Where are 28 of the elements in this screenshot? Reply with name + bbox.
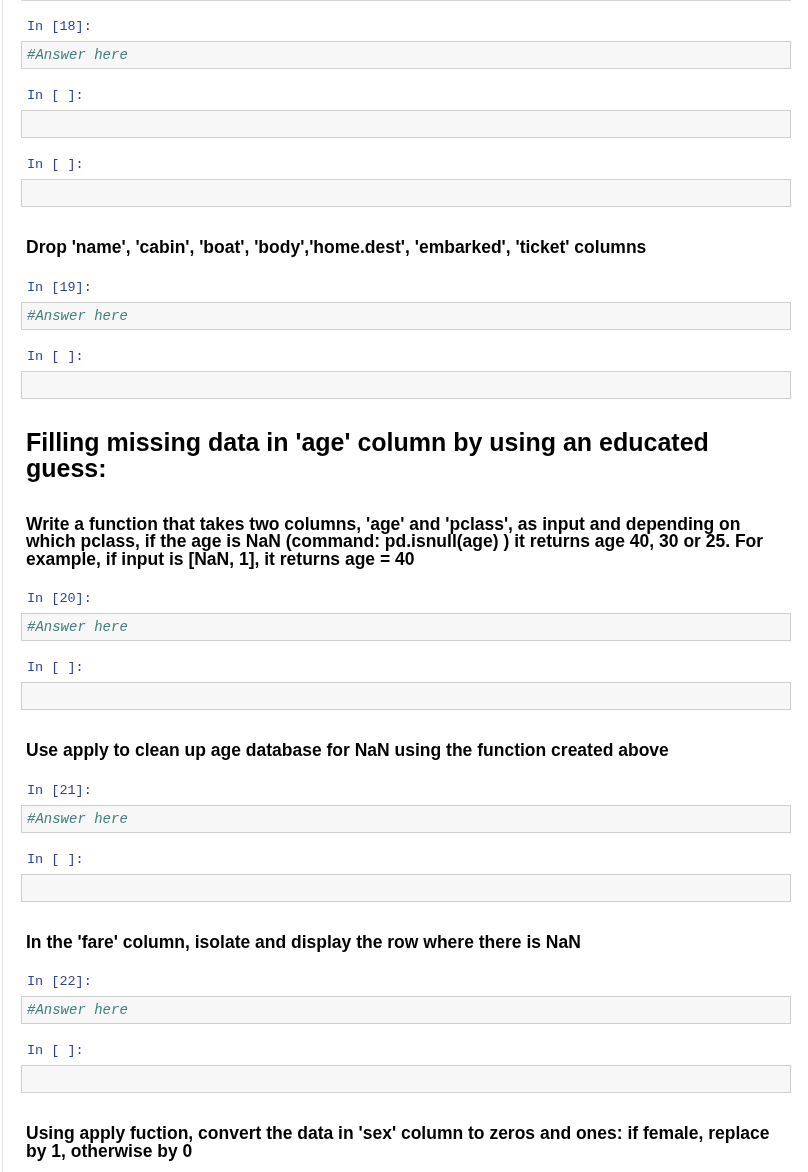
instruction-text: In the 'fare' column, isolate and display the row where there is NaN [26, 933, 582, 951]
code-input[interactable]: #Answer here [21, 41, 791, 69]
instruction-text: Use apply to clean up age database for NaN using the function created above [26, 742, 670, 760]
section-heading: Filling missing data in 'age' column by using an educated guess: [26, 428, 710, 481]
code-input[interactable] [21, 1065, 791, 1093]
input-prompt: In [ ]: [27, 89, 84, 103]
instruction-text: Write a function that takes two columns, 'age' and 'pclass', as input and depending on which pclass, if the age is NaN (command: pd.isnull(age) ) it returns age 40, 30 or 25. For example, if input is [NaN, 1], it returns age = 40 [26, 515, 765, 568]
code-input[interactable]: #Answer here [21, 996, 791, 1024]
input-prompt: In [ ]: [27, 852, 84, 867]
input-prompt: In [ ]: [27, 158, 84, 172]
input-prompt: In [21]: [27, 783, 92, 798]
code-input[interactable] [21, 682, 791, 710]
input-prompt: In [22]: [27, 975, 92, 989]
input-prompt: In [19]: [27, 280, 92, 295]
code-input[interactable] [21, 873, 791, 902]
code-input[interactable]: #Answer here [21, 804, 791, 833]
input-prompt: In [ ]: [27, 349, 84, 364]
input-prompt: In [20]: [27, 592, 92, 606]
input-prompt: In [ ]: [27, 661, 84, 675]
instruction-text: Using apply fuction, convert the data in 'sex' column to zeros and ones: if female, replace by 1, otherwise by 0 [26, 1125, 771, 1160]
input-prompt: In [18]: [27, 20, 92, 34]
code-input[interactable]: #Answer here [21, 301, 791, 330]
instruction-text: Drop 'name', 'cabin', 'boat', 'body','home.dest', 'embarked', 'ticket' columns [26, 239, 648, 257]
code-input[interactable] [21, 179, 791, 207]
code-input[interactable]: #Answer here [21, 613, 791, 641]
code-input[interactable] [21, 370, 791, 399]
input-prompt: In [ ]: [27, 1044, 84, 1058]
code-input[interactable] [21, 110, 791, 138]
